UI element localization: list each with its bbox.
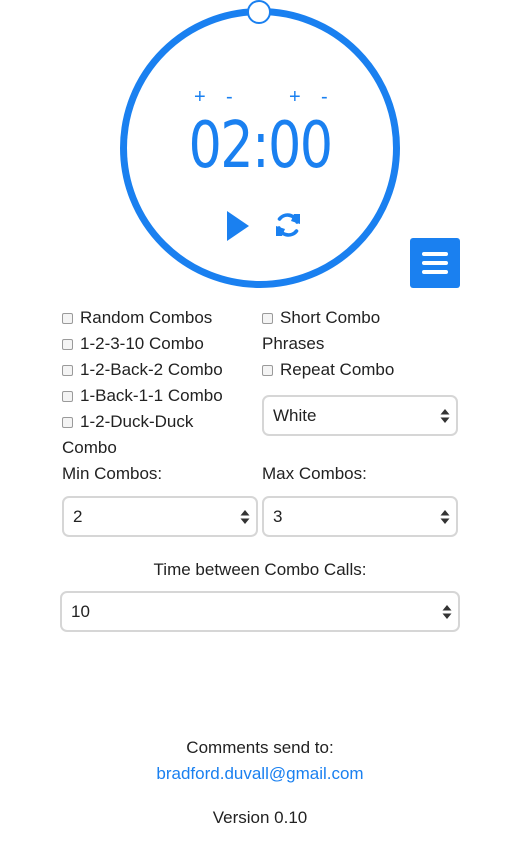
- timer-display: 02:00: [188, 109, 333, 183]
- play-icon: [227, 211, 249, 241]
- checkbox-label: Short Combo: [280, 308, 381, 327]
- checkbox-box[interactable]: [62, 390, 73, 402]
- select-value: 3: [273, 506, 283, 526]
- checkbox-label: 1-2-Back-2 Combo: [80, 360, 223, 379]
- version-label: Version 0.10: [212, 808, 308, 827]
- comments-label: Comments send to:: [186, 738, 334, 757]
- select-value: 10: [71, 601, 90, 621]
- checkbox-1-2-duck-duck-combo[interactable]: 1-2-Duck-Duck: [62, 412, 193, 432]
- minutes-tens-minus[interactable]: -: [226, 86, 233, 108]
- play-button[interactable]: [226, 211, 250, 241]
- checkbox-label-continued: Combo: [62, 438, 117, 457]
- select-arrows-icon: [440, 510, 450, 524]
- checkbox-label: 1-Back-1-1 Combo: [80, 386, 223, 405]
- refresh-icon: [276, 213, 300, 237]
- checkbox-box[interactable]: [62, 364, 73, 376]
- time-between-select[interactable]: 10: [60, 591, 460, 632]
- select-value: White: [273, 405, 317, 425]
- timer-ring-handle[interactable]: [247, 0, 271, 24]
- checkbox-label: 1-2-Duck-Duck: [80, 412, 194, 431]
- checkbox-random-combos[interactable]: Random Combos: [62, 308, 212, 328]
- email-link[interactable]: bradford.duvall@gmail.com: [156, 764, 363, 783]
- select-arrows-icon: [440, 409, 450, 423]
- reset-button[interactable]: [274, 211, 302, 239]
- checkbox-label: Random Combos: [80, 308, 213, 327]
- checkbox-1-2-3-10-combo[interactable]: 1-2-3-10 Combo: [62, 334, 204, 354]
- checkbox-box[interactable]: [62, 312, 73, 324]
- min-combos-select[interactable]: 2: [62, 496, 258, 537]
- checkbox-repeat-combo[interactable]: Repeat Combo: [262, 360, 394, 380]
- select-arrows-icon: [240, 510, 250, 524]
- checkbox-1-2-back-2-combo[interactable]: 1-2-Back-2 Combo: [62, 360, 223, 380]
- checkbox-1-back-1-1-combo[interactable]: 1-Back-1-1 Combo: [62, 386, 223, 406]
- select-value: 2: [73, 506, 83, 526]
- color-select[interactable]: White: [262, 395, 458, 436]
- hamburger-menu-icon: [422, 252, 448, 256]
- time-between-label: Time between Combo Calls:: [153, 560, 367, 579]
- checkbox-box[interactable]: [262, 364, 273, 376]
- checkbox-label-continued: Phrases: [262, 334, 325, 353]
- seconds-plus[interactable]: +: [289, 86, 301, 108]
- minutes-tens-plus[interactable]: +: [194, 86, 206, 108]
- seconds-minus[interactable]: -: [321, 86, 328, 108]
- max-combos-select[interactable]: 3: [262, 496, 458, 537]
- checkbox-label: 1-2-3-10 Combo: [80, 334, 204, 353]
- checkbox-box[interactable]: [62, 338, 73, 350]
- checkbox-box[interactable]: [62, 416, 73, 428]
- menu-button[interactable]: [410, 238, 460, 288]
- checkbox-short-combo-phrases[interactable]: Short Combo: [262, 308, 380, 328]
- max-combos-label: Max Combos:: [262, 464, 367, 483]
- checkbox-label: Repeat Combo: [280, 360, 395, 379]
- checkbox-box[interactable]: [262, 312, 273, 324]
- min-combos-label: Min Combos:: [62, 464, 163, 483]
- select-arrows-icon: [442, 605, 452, 619]
